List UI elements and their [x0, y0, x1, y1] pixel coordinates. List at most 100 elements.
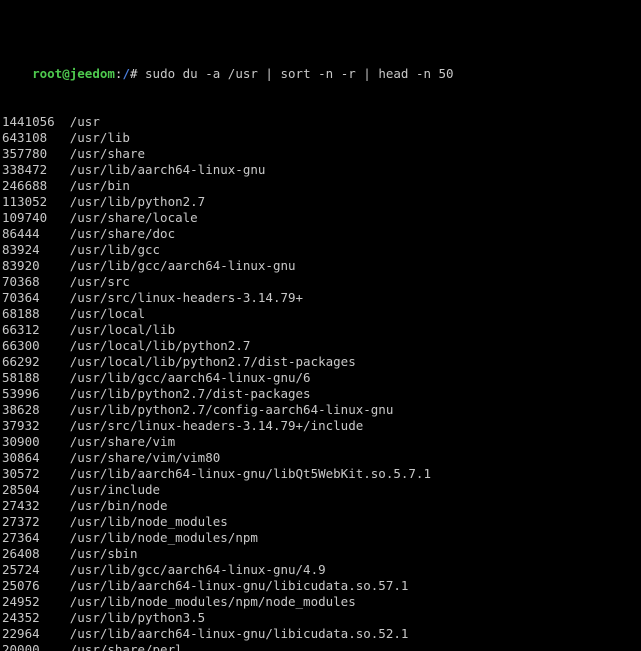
row-gap — [47, 194, 70, 209]
row-size: 643108 — [2, 130, 48, 145]
row-path: /usr/lib — [69, 130, 130, 145]
row-size: 38628 — [2, 402, 40, 417]
row-path: /usr — [69, 114, 100, 129]
output-row: 24352 /usr/lib/python3.5 — [2, 610, 641, 626]
prompt-sigil: # — [129, 66, 138, 81]
row-gap — [47, 130, 70, 145]
output-row: 68188 /usr/local — [2, 306, 641, 322]
output-row: 70368 /usr/src — [2, 274, 641, 290]
row-gap — [40, 450, 70, 465]
row-path: /usr/lib/aarch64-linux-gnu/libQt5WebKit.… — [69, 466, 431, 481]
row-size: 1441056 — [2, 114, 55, 129]
output-row: 22964 /usr/lib/aarch64-linux-gnu/libicud… — [2, 626, 641, 642]
output-row: 37932 /usr/src/linux-headers-3.14.79+/in… — [2, 418, 641, 434]
output-row: 109740 /usr/share/locale — [2, 210, 641, 226]
row-gap — [40, 562, 70, 577]
output-row: 27432 /usr/bin/node — [2, 498, 641, 514]
row-gap — [40, 610, 70, 625]
row-gap — [40, 386, 70, 401]
row-gap — [55, 114, 70, 129]
row-gap — [40, 242, 70, 257]
row-size: 53996 — [2, 386, 40, 401]
output-row: 66312 /usr/local/lib — [2, 322, 641, 338]
output-row: 25076 /usr/lib/aarch64-linux-gnu/libicud… — [2, 578, 641, 594]
row-path: /usr/bin — [69, 178, 130, 193]
row-path: /usr/lib/node_modules/npm — [69, 530, 258, 545]
row-gap — [40, 322, 70, 337]
row-path: /usr/share/locale — [69, 210, 198, 225]
row-gap — [47, 146, 70, 161]
row-size: 357780 — [2, 146, 48, 161]
row-size: 27364 — [2, 530, 40, 545]
output-row: 27364 /usr/lib/node_modules/npm — [2, 530, 641, 546]
row-path: /usr/src — [69, 274, 130, 289]
row-path: /usr/lib/python3.5 — [69, 610, 206, 625]
row-size: 83924 — [2, 242, 40, 257]
row-path: /usr/sbin — [69, 546, 138, 561]
row-gap — [40, 258, 70, 273]
row-gap — [40, 274, 70, 289]
row-path: /usr/local/lib/python2.7 — [69, 338, 251, 353]
row-path: /usr/lib/python2.7/config-aarch64-linux-… — [69, 402, 394, 417]
terminal-screen[interactable]: root@jeedom:/# sudo du -a /usr | sort -n… — [0, 0, 641, 651]
output-row: 1441056 /usr — [2, 114, 641, 130]
row-size: 83920 — [2, 258, 40, 273]
output-row: 30864 /usr/share/vim/vim80 — [2, 450, 641, 466]
row-size: 27432 — [2, 498, 40, 513]
row-path: /usr/share/vim/vim80 — [69, 450, 221, 465]
row-size: 28504 — [2, 482, 40, 497]
row-gap — [40, 546, 70, 561]
output-row: 28504 /usr/include — [2, 482, 641, 498]
output-row: 113052 /usr/lib/python2.7 — [2, 194, 641, 210]
row-gap — [40, 530, 70, 545]
row-gap — [40, 466, 70, 481]
row-size: 66312 — [2, 322, 40, 337]
row-size: 70368 — [2, 274, 40, 289]
row-path: /usr/share/perl — [69, 642, 183, 651]
row-path: /usr/local/lib/python2.7/dist-packages — [69, 354, 356, 369]
row-size: 109740 — [2, 210, 48, 225]
output-row: 70364 /usr/src/linux-headers-3.14.79+ — [2, 290, 641, 306]
prompt-user-host: root@jeedom — [32, 66, 115, 81]
output-row: 643108 /usr/lib — [2, 130, 641, 146]
row-path: /usr/lib/python2.7 — [69, 194, 206, 209]
output-row: 20000 /usr/share/perl — [2, 642, 641, 651]
row-path: /usr/lib/gcc/aarch64-linux-gnu/6 — [69, 370, 311, 385]
row-size: 58188 — [2, 370, 40, 385]
output-row: 38628 /usr/lib/python2.7/config-aarch64-… — [2, 402, 641, 418]
row-gap — [40, 338, 70, 353]
row-path: /usr/lib/node_modules/npm/node_modules — [69, 594, 356, 609]
row-size: 70364 — [2, 290, 40, 305]
output-row: 30900 /usr/share/vim — [2, 434, 641, 450]
row-size: 30572 — [2, 466, 40, 481]
row-path: /usr/share — [69, 146, 145, 161]
row-size: 113052 — [2, 194, 48, 209]
row-size: 30900 — [2, 434, 40, 449]
output-row: 357780 /usr/share — [2, 146, 641, 162]
row-size: 25076 — [2, 578, 40, 593]
row-gap — [40, 402, 70, 417]
row-gap — [40, 226, 70, 241]
output-row: 338472 /usr/lib/aarch64-linux-gnu — [2, 162, 641, 178]
row-path: /usr/lib/aarch64-linux-gnu — [69, 162, 266, 177]
output-row: 86444 /usr/share/doc — [2, 226, 641, 242]
row-path: /usr/lib/node_modules — [69, 514, 228, 529]
row-gap — [40, 290, 70, 305]
row-gap — [40, 370, 70, 385]
row-size: 68188 — [2, 306, 40, 321]
row-size: 86444 — [2, 226, 40, 241]
row-path: /usr/share/vim — [69, 434, 176, 449]
row-gap — [40, 514, 70, 529]
output-row: 24952 /usr/lib/node_modules/npm/node_mod… — [2, 594, 641, 610]
output-row: 58188 /usr/lib/gcc/aarch64-linux-gnu/6 — [2, 370, 641, 386]
row-size: 338472 — [2, 162, 48, 177]
row-path: /usr/src/linux-headers-3.14.79+/include — [69, 418, 364, 433]
output-row: 246688 /usr/bin — [2, 178, 641, 194]
row-gap — [40, 354, 70, 369]
row-gap — [40, 626, 70, 641]
row-gap — [40, 594, 70, 609]
row-gap — [40, 642, 70, 651]
row-path: /usr/bin/node — [69, 498, 168, 513]
output-row: 25724 /usr/lib/gcc/aarch64-linux-gnu/4.9 — [2, 562, 641, 578]
row-size: 66300 — [2, 338, 40, 353]
